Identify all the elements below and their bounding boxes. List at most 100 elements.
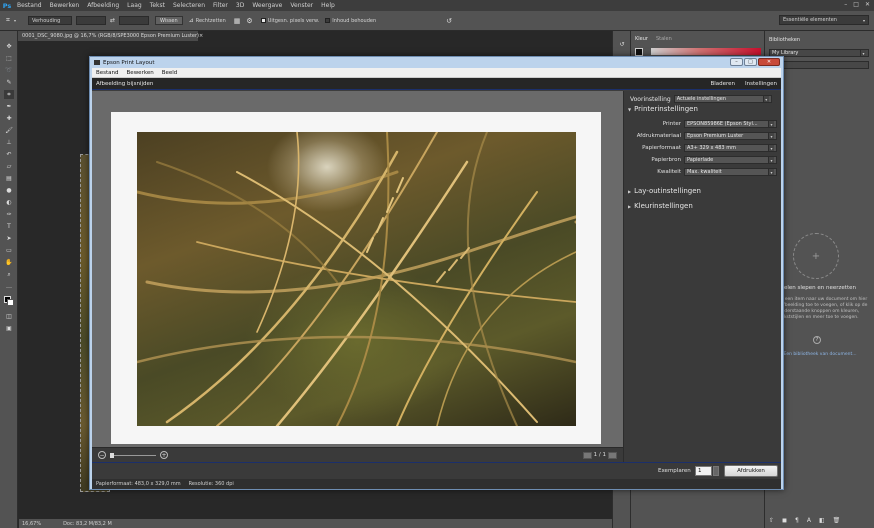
help-icon[interactable]: ? bbox=[813, 336, 821, 344]
epson-menu-bewerken[interactable]: Bewerken bbox=[127, 70, 154, 76]
preview-photo[interactable] bbox=[137, 132, 576, 426]
menu-weergave[interactable]: Weergave bbox=[252, 2, 282, 9]
content-aware-checkbox[interactable] bbox=[325, 18, 331, 23]
zoom-slider[interactable] bbox=[110, 452, 156, 458]
menu-bewerken[interactable]: Bewerken bbox=[50, 2, 80, 9]
text-style-icon[interactable]: A bbox=[807, 517, 811, 524]
epson-menu-beeld[interactable]: Beeld bbox=[162, 70, 178, 76]
gear-icon[interactable]: ⚙ bbox=[246, 17, 252, 25]
menu-selecteren[interactable]: Selecteren bbox=[173, 2, 205, 9]
menu-help[interactable]: Help bbox=[321, 2, 335, 9]
print-button[interactable]: Afdrukken bbox=[724, 465, 778, 477]
straighten-label[interactable]: Rechtzetten bbox=[196, 18, 226, 24]
zoom-slider-thumb[interactable] bbox=[110, 452, 114, 458]
crop-tool-icon[interactable]: ⌗ bbox=[6, 16, 10, 25]
close-icon[interactable]: ✕ bbox=[758, 58, 780, 66]
eraser-tool-icon[interactable]: ▱ bbox=[4, 162, 14, 171]
media-select[interactable]: Epson Premium Luster ▾ bbox=[684, 132, 777, 140]
minimize-icon[interactable]: – bbox=[730, 58, 743, 66]
path-select-tool-icon[interactable]: ➤ bbox=[4, 234, 14, 243]
upload-icon[interactable]: ⇧ bbox=[769, 517, 774, 524]
color-swatches-icon[interactable] bbox=[4, 296, 14, 306]
healing-tool-icon[interactable]: ✚ bbox=[4, 114, 14, 123]
stamp-tool-icon[interactable]: ⊥ bbox=[4, 138, 14, 147]
tab-stalen[interactable]: Stalen bbox=[656, 36, 672, 42]
library-select[interactable]: My Library ▾ bbox=[769, 49, 869, 57]
marquee-tool-icon[interactable]: ⬚ bbox=[4, 54, 14, 63]
quick-mask-icon[interactable]: ◫ bbox=[4, 312, 14, 321]
menu-afbeelding[interactable]: Afbeelding bbox=[87, 2, 119, 9]
lasso-tool-icon[interactable]: ➰ bbox=[4, 66, 14, 75]
delete-cropped-checkbox[interactable] bbox=[260, 18, 266, 23]
history-brush-icon[interactable]: ↶ bbox=[4, 150, 14, 159]
pen-tool-icon[interactable]: ✑ bbox=[4, 210, 14, 219]
settings-button[interactable]: Instellingen bbox=[745, 81, 777, 87]
preset-select[interactable]: Actuele instellingen ▾ bbox=[673, 95, 772, 103]
zoom-tool-icon[interactable]: ⌕ bbox=[4, 270, 14, 279]
previous-page-icon[interactable] bbox=[582, 451, 592, 459]
minimize-icon[interactable]: – bbox=[844, 1, 847, 8]
zoom-out-icon[interactable]: − bbox=[98, 451, 106, 459]
paragraph-icon[interactable]: ¶ bbox=[795, 517, 799, 524]
paper-source-select[interactable]: Papierlade ▾ bbox=[684, 156, 777, 164]
zoom-in-icon[interactable]: + bbox=[160, 451, 168, 459]
brush-tool-icon[interactable]: 🖌 bbox=[4, 126, 14, 135]
epson-menu-bestand[interactable]: Bestand bbox=[96, 70, 119, 76]
color-spectrum[interactable] bbox=[651, 48, 761, 55]
copies-input[interactable]: 1 bbox=[695, 466, 712, 476]
menu-3d[interactable]: 3D bbox=[236, 2, 244, 9]
crop-image-button[interactable]: Afbeelding bijsnijden bbox=[96, 81, 153, 87]
move-tool-icon[interactable]: ✥ bbox=[4, 42, 14, 51]
trash-icon[interactable]: 🗑 bbox=[833, 517, 841, 524]
crop-tool-active-icon[interactable]: ⌗ bbox=[4, 90, 14, 99]
document-tab[interactable]: 0001_DSC_9080.jpg @ 16,7% (RGB/8/SPE3000… bbox=[18, 31, 203, 41]
color-settings-section[interactable]: ▶ Kleurinstellingen bbox=[628, 202, 693, 210]
browse-button[interactable]: Bladeren bbox=[710, 81, 735, 87]
tool-preset-chevron-icon[interactable]: ▾ bbox=[14, 18, 16, 23]
screen-mode-icon[interactable]: ▣ bbox=[4, 324, 14, 333]
quick-select-tool-icon[interactable]: ✎ bbox=[4, 78, 14, 87]
width-field[interactable] bbox=[75, 16, 106, 25]
overlay-grid-icon[interactable]: ▦ bbox=[234, 17, 241, 25]
maximize-icon[interactable]: □ bbox=[853, 1, 859, 8]
history-panel-icon[interactable]: ↺ bbox=[617, 40, 627, 49]
quality-select[interactable]: Max. kwaliteit ▾ bbox=[684, 168, 777, 176]
swatch-icon[interactable]: ◼ bbox=[782, 517, 787, 524]
copies-spinner[interactable] bbox=[713, 466, 719, 476]
more-tools-icon[interactable]: … bbox=[4, 282, 14, 291]
printer-settings-section[interactable]: ▼ Printerinstellingen bbox=[628, 105, 698, 113]
add-color-icon[interactable]: ◧ bbox=[819, 517, 825, 524]
foreground-swatch[interactable] bbox=[635, 48, 643, 56]
menu-venster[interactable]: Venster bbox=[290, 2, 313, 9]
tab-bibliotheken[interactable]: Bibliotheken bbox=[769, 37, 800, 43]
type-tool-icon[interactable]: T bbox=[4, 222, 14, 231]
ratio-select[interactable]: Verhouding bbox=[27, 16, 72, 25]
reset-icon[interactable]: ↺ bbox=[446, 17, 452, 25]
next-page-icon[interactable] bbox=[608, 451, 617, 459]
document-tab-close-icon[interactable]: × bbox=[199, 33, 203, 39]
paper-size-select[interactable]: A3+ 329 x 483 mm ▾ bbox=[684, 144, 777, 152]
shape-tool-icon[interactable]: ▭ bbox=[4, 246, 14, 255]
add-plus-icon[interactable]: + bbox=[793, 233, 839, 279]
menu-tekst[interactable]: Tekst bbox=[150, 2, 165, 9]
menu-bestand[interactable]: Bestand bbox=[17, 2, 42, 9]
dodge-tool-icon[interactable]: ◐ bbox=[4, 198, 14, 207]
layout-settings-section[interactable]: ▶ Lay-outinstellingen bbox=[628, 187, 701, 195]
zoom-level[interactable]: 16,67% bbox=[22, 521, 41, 527]
workspace-select[interactable]: Essentiële elementen ▾ bbox=[779, 15, 869, 25]
clear-button[interactable]: Wissen bbox=[155, 16, 183, 25]
gradient-tool-icon[interactable]: ▤ bbox=[4, 174, 14, 183]
hand-tool-icon[interactable]: ✋ bbox=[4, 258, 14, 267]
library-search-input[interactable] bbox=[769, 61, 869, 69]
menu-laag[interactable]: Laag bbox=[127, 2, 142, 9]
maximize-icon[interactable]: □ bbox=[744, 58, 757, 66]
height-field[interactable] bbox=[119, 16, 149, 25]
straighten-icon[interactable]: ⊿ bbox=[189, 17, 194, 24]
blur-tool-icon[interactable]: ● bbox=[4, 186, 14, 195]
close-icon[interactable]: ✕ bbox=[865, 1, 870, 8]
eyedropper-tool-icon[interactable]: ✒ bbox=[4, 102, 14, 111]
swap-icon[interactable]: ⇄ bbox=[110, 17, 115, 24]
menu-filter[interactable]: Filter bbox=[213, 2, 228, 9]
tab-kleur[interactable]: Kleur bbox=[635, 36, 648, 42]
printer-select[interactable]: EPSON85986E (Epson Styl... ▾ bbox=[684, 120, 777, 128]
